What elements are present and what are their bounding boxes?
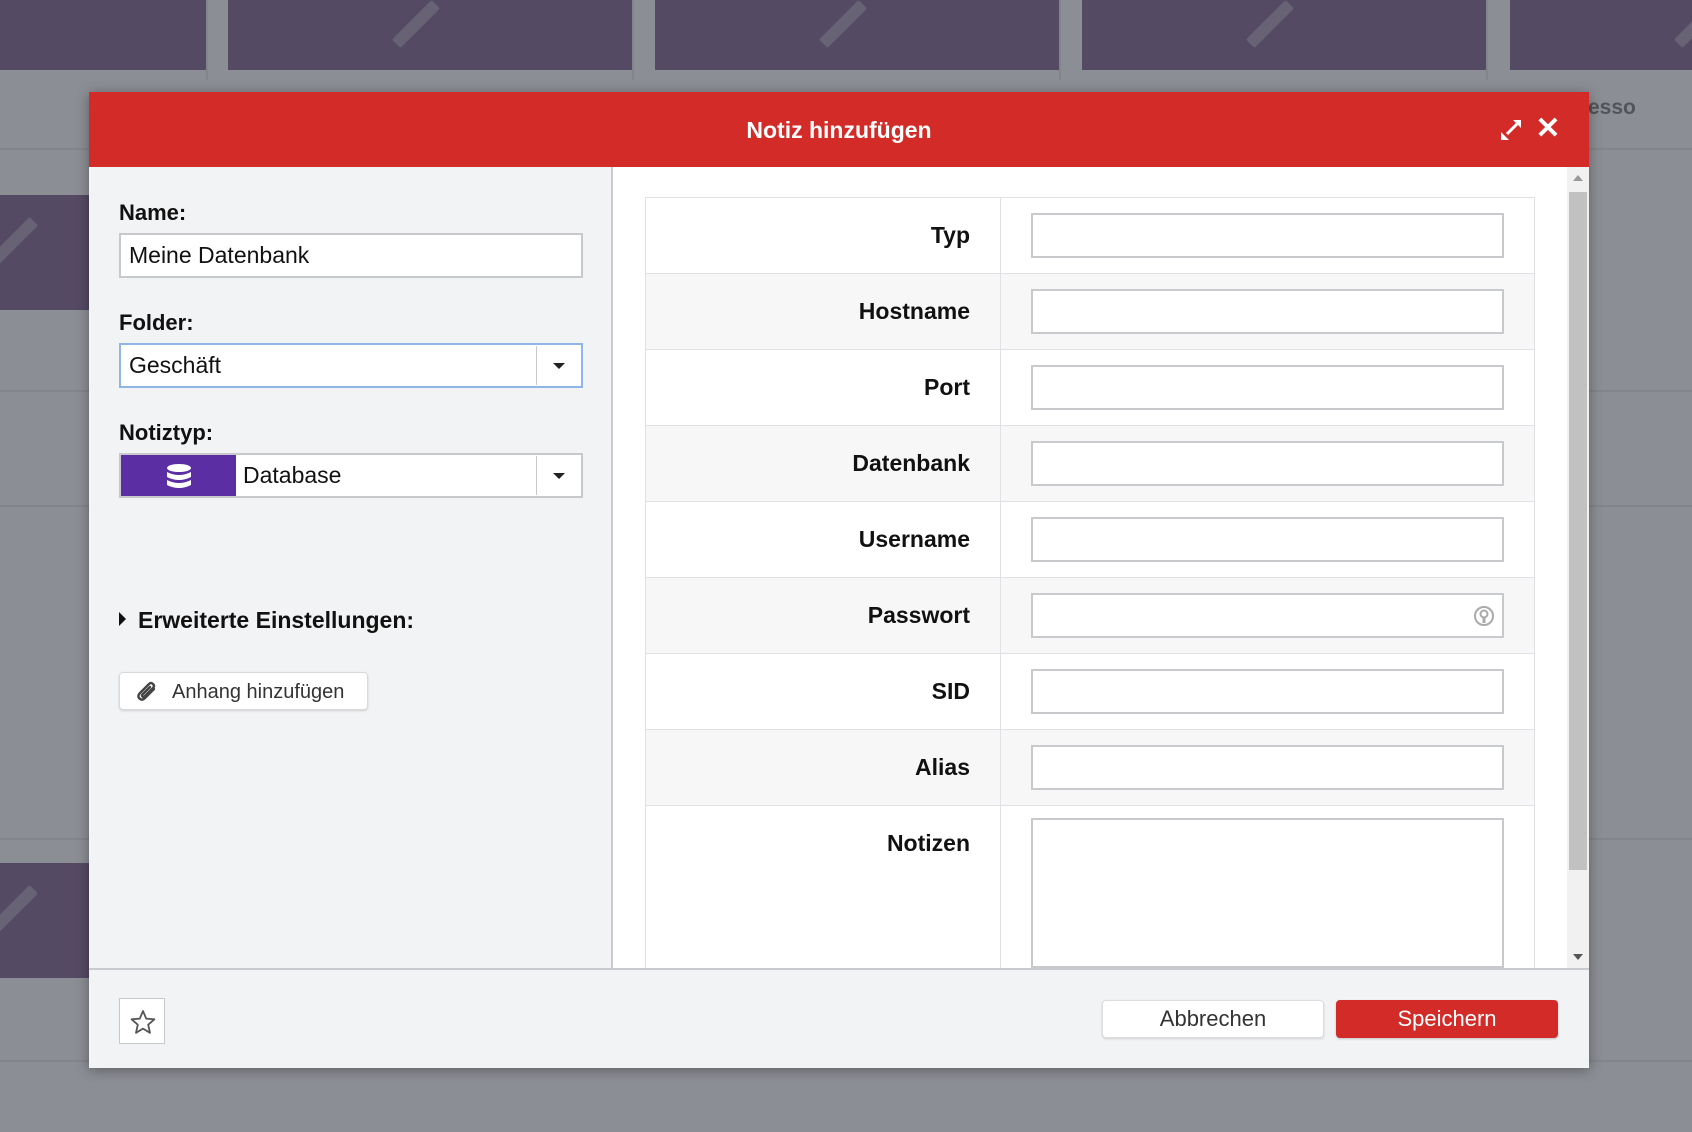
field-label: Hostname bbox=[858, 298, 970, 324]
dialog-header: Notiz hinzufügen ✕ bbox=[89, 92, 1589, 167]
notizen-textarea[interactable] bbox=[1031, 818, 1504, 968]
field-label: Username bbox=[858, 526, 970, 552]
field-row-typ: Typ bbox=[646, 198, 1534, 274]
field-row-sid: SID bbox=[646, 654, 1534, 730]
star-icon bbox=[130, 1010, 156, 1034]
dialog-title: Notiz hinzufügen bbox=[746, 117, 932, 143]
sid-input[interactable] bbox=[1031, 669, 1504, 714]
datenbank-input[interactable] bbox=[1031, 441, 1504, 486]
note-general-panel: Name: Meine Datenbank Folder: Geschäft N… bbox=[89, 167, 613, 968]
cancel-button[interactable]: Abbrechen bbox=[1102, 1000, 1324, 1038]
dialog-footer: Abbrechen Speichern bbox=[89, 968, 1589, 1068]
field-row-alias: Alias bbox=[646, 730, 1534, 806]
folder-combobox[interactable]: Geschäft bbox=[119, 343, 583, 388]
field-label: Datenbank bbox=[852, 450, 970, 476]
hostname-input[interactable] bbox=[1031, 289, 1504, 334]
field-label: Alias bbox=[915, 754, 970, 780]
expand-icon[interactable] bbox=[1498, 117, 1524, 143]
field-label: SID bbox=[931, 678, 970, 704]
add-attachment-label: Anhang hinzufügen bbox=[172, 681, 345, 703]
field-row-username: Username bbox=[646, 502, 1534, 578]
scroll-up-icon[interactable] bbox=[1573, 175, 1583, 181]
caret-right-icon bbox=[119, 612, 126, 626]
field-label: Passwort bbox=[867, 602, 970, 628]
note-fields-panel: Typ Hostname Port Datenbank Username Pas… bbox=[615, 167, 1589, 968]
password-generator-icon[interactable] bbox=[1472, 604, 1496, 628]
field-label: Typ bbox=[930, 222, 970, 248]
passwort-input[interactable] bbox=[1031, 593, 1504, 638]
scrollbar[interactable] bbox=[1567, 167, 1589, 968]
save-button[interactable]: Speichern bbox=[1336, 1000, 1558, 1038]
field-row-datenbank: Datenbank bbox=[646, 426, 1534, 502]
name-input[interactable]: Meine Datenbank bbox=[119, 233, 583, 278]
chevron-down-icon[interactable] bbox=[536, 456, 580, 495]
field-label: Notizen bbox=[886, 830, 970, 856]
advanced-settings-toggle[interactable]: Erweiterte Einstellungen: bbox=[119, 607, 414, 634]
advanced-settings-label: Erweiterte Einstellungen: bbox=[138, 607, 415, 633]
fields-table: Typ Hostname Port Datenbank Username Pas… bbox=[645, 197, 1535, 968]
close-icon[interactable]: ✕ bbox=[1533, 114, 1563, 144]
port-input[interactable] bbox=[1031, 365, 1504, 410]
folder-label: Folder: bbox=[119, 310, 194, 335]
folder-value[interactable]: Geschäft bbox=[129, 345, 221, 386]
field-row-notizen: Notizen bbox=[646, 806, 1534, 968]
typ-input[interactable] bbox=[1031, 213, 1504, 258]
note-type-select[interactable]: Database bbox=[119, 453, 583, 498]
scrollbar-thumb[interactable] bbox=[1569, 192, 1587, 870]
chevron-down-icon[interactable] bbox=[536, 346, 580, 385]
note-type-label: Notiztyp: bbox=[119, 420, 214, 445]
database-icon bbox=[121, 455, 236, 496]
name-label: Name: bbox=[119, 200, 187, 225]
paperclip-icon bbox=[137, 681, 156, 701]
add-note-dialog: Notiz hinzufügen ✕ Name: Meine Datenbank… bbox=[89, 92, 1589, 1068]
username-input[interactable] bbox=[1031, 517, 1504, 562]
field-label: Port bbox=[924, 374, 970, 400]
field-row-port: Port bbox=[646, 350, 1534, 426]
note-type-value: Database bbox=[243, 462, 342, 488]
favorite-button[interactable] bbox=[119, 998, 165, 1044]
scroll-down-icon[interactable] bbox=[1573, 954, 1583, 960]
alias-input[interactable] bbox=[1031, 745, 1504, 790]
field-row-hostname: Hostname bbox=[646, 274, 1534, 350]
field-row-passwort: Passwort bbox=[646, 578, 1534, 654]
add-attachment-button[interactable]: Anhang hinzufügen bbox=[119, 672, 368, 710]
